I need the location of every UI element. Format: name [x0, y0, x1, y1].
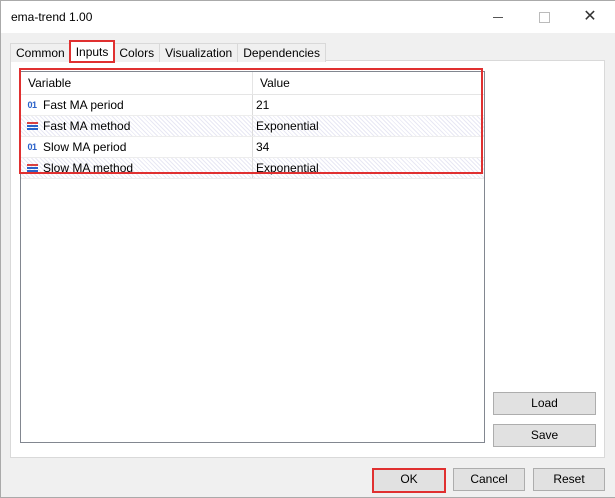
variable-name: Slow MA period	[43, 140, 127, 154]
tab-inputs[interactable]: Inputs	[68, 40, 116, 63]
column-header-value[interactable]: Value	[253, 72, 480, 94]
title-bar[interactable]: ema-trend 1.00 ✕	[1, 1, 615, 33]
maximize-button[interactable]	[521, 1, 567, 33]
integer-icon: 01	[27, 142, 37, 152]
value-cell[interactable]: Exponential	[253, 158, 319, 178]
inputs-grid[interactable]: Variable Value 01 Fast MA period 21 Fast…	[20, 71, 485, 443]
enum-list-icon	[24, 164, 40, 172]
save-button[interactable]: Save	[493, 424, 596, 447]
tab-visualization[interactable]: Visualization	[159, 43, 239, 62]
value-cell[interactable]: Exponential	[253, 116, 319, 136]
variable-name: Slow MA method	[43, 161, 134, 175]
value-cell[interactable]: 34	[253, 137, 269, 157]
integer-icon: 01	[27, 100, 37, 110]
close-icon: ✕	[583, 8, 597, 25]
minimize-icon	[493, 16, 503, 18]
table-row[interactable]: 01 Slow MA period 34	[21, 137, 484, 158]
table-row[interactable]: Slow MA method Exponential	[21, 158, 484, 179]
tab-colors[interactable]: Colors	[113, 43, 161, 62]
close-button[interactable]: ✕	[567, 1, 613, 33]
value-cell[interactable]: 21	[253, 95, 269, 115]
dialog-window: ema-trend 1.00 ✕ Common Inputs Colors Vi…	[0, 0, 615, 498]
window-title: ema-trend 1.00	[11, 10, 93, 24]
tab-common[interactable]: Common	[10, 43, 71, 62]
variable-name: Fast MA method	[43, 119, 131, 133]
reset-button[interactable]: Reset	[533, 468, 605, 491]
tab-dependencies[interactable]: Dependencies	[237, 43, 326, 62]
minimize-button[interactable]	[475, 1, 521, 33]
table-row[interactable]: Fast MA method Exponential	[21, 116, 484, 137]
ok-button[interactable]: OK	[372, 468, 446, 493]
enum-list-icon	[24, 122, 40, 130]
variable-name: Fast MA period	[43, 98, 124, 112]
grid-header: Variable Value	[21, 72, 484, 95]
maximize-icon	[538, 11, 550, 23]
table-row[interactable]: 01 Fast MA period 21	[21, 95, 484, 116]
load-button[interactable]: Load	[493, 392, 596, 415]
tab-bar: Common Inputs Colors Visualization Depen…	[10, 40, 326, 63]
cancel-button[interactable]: Cancel	[453, 468, 525, 491]
column-header-variable[interactable]: Variable	[21, 72, 253, 94]
